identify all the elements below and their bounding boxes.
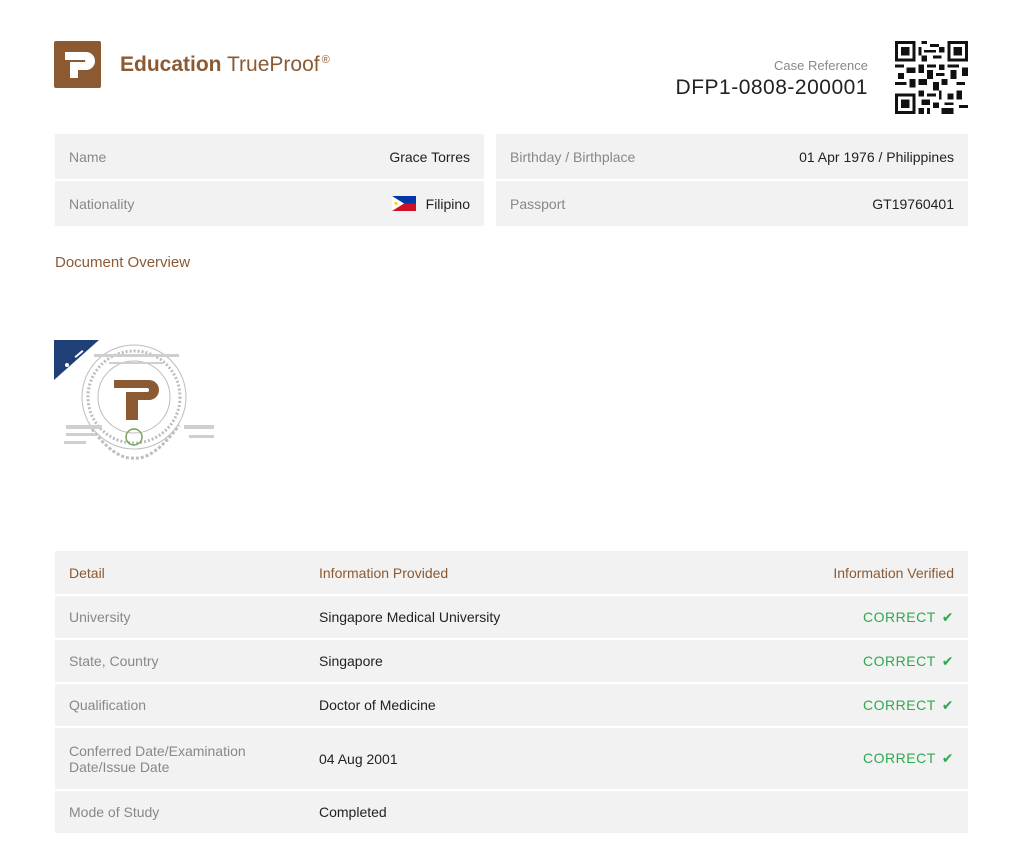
checkmark-icon: ✔	[941, 696, 954, 713]
birth-label: Birthday / Birthplace	[510, 148, 636, 165]
status-correct: CORRECT	[863, 608, 936, 625]
birth-field: Birthday / Birthplace 01 Apr 1976 / Phil…	[496, 134, 968, 179]
table-row: Mode of Study Completed	[55, 791, 968, 835]
nationality-label: Nationality	[69, 195, 135, 212]
document-overview-title: Document Overview	[55, 254, 191, 271]
name-label: Name	[69, 148, 107, 165]
passport-value: GT19760401	[872, 195, 954, 212]
case-reference-label: Case Reference	[774, 58, 868, 73]
verification-table: Detail Information Provided Information …	[55, 551, 968, 835]
status-correct: CORRECT	[863, 750, 936, 766]
nationality-field: Nationality Filipino	[55, 181, 484, 226]
philippines-flag-icon	[391, 196, 416, 211]
name-field: Name Grace Torres	[55, 134, 484, 179]
table-row: State, Country Singapore CORRECT ✔	[55, 640, 968, 684]
header-verified: Information Verified	[833, 564, 954, 581]
status-correct: CORRECT	[863, 652, 936, 669]
name-value: Grace Torres	[389, 148, 470, 165]
checkmark-icon: ✔	[941, 750, 954, 766]
status-correct: CORRECT	[863, 696, 936, 713]
table-row: Qualification Doctor of Medicine CORRECT…	[55, 684, 968, 728]
document-thumbnail[interactable]	[54, 340, 219, 465]
table-row: University Singapore Medical University …	[55, 596, 968, 640]
nationality-value: Filipino	[425, 195, 470, 212]
qr-code-icon	[895, 41, 968, 114]
birth-value: 01 Apr 1976 / Philippines	[799, 148, 954, 165]
header-detail: Detail	[69, 564, 105, 581]
table-row: Conferred Date/Examination Date/Issue Da…	[55, 728, 968, 791]
case-reference-value: DFP1-0808-200001	[675, 76, 868, 99]
table-header-row: Detail Information Provided Information …	[55, 551, 968, 596]
header-provided: Information Provided	[319, 564, 449, 581]
trueproof-logo-icon	[54, 41, 101, 88]
checkmark-icon: ✔	[941, 652, 954, 669]
brand-title: Education TrueProof ®	[120, 53, 330, 76]
passport-field: Passport GT19760401	[496, 181, 968, 226]
checkmark-icon: ✔	[941, 608, 954, 625]
passport-label: Passport	[510, 195, 566, 212]
